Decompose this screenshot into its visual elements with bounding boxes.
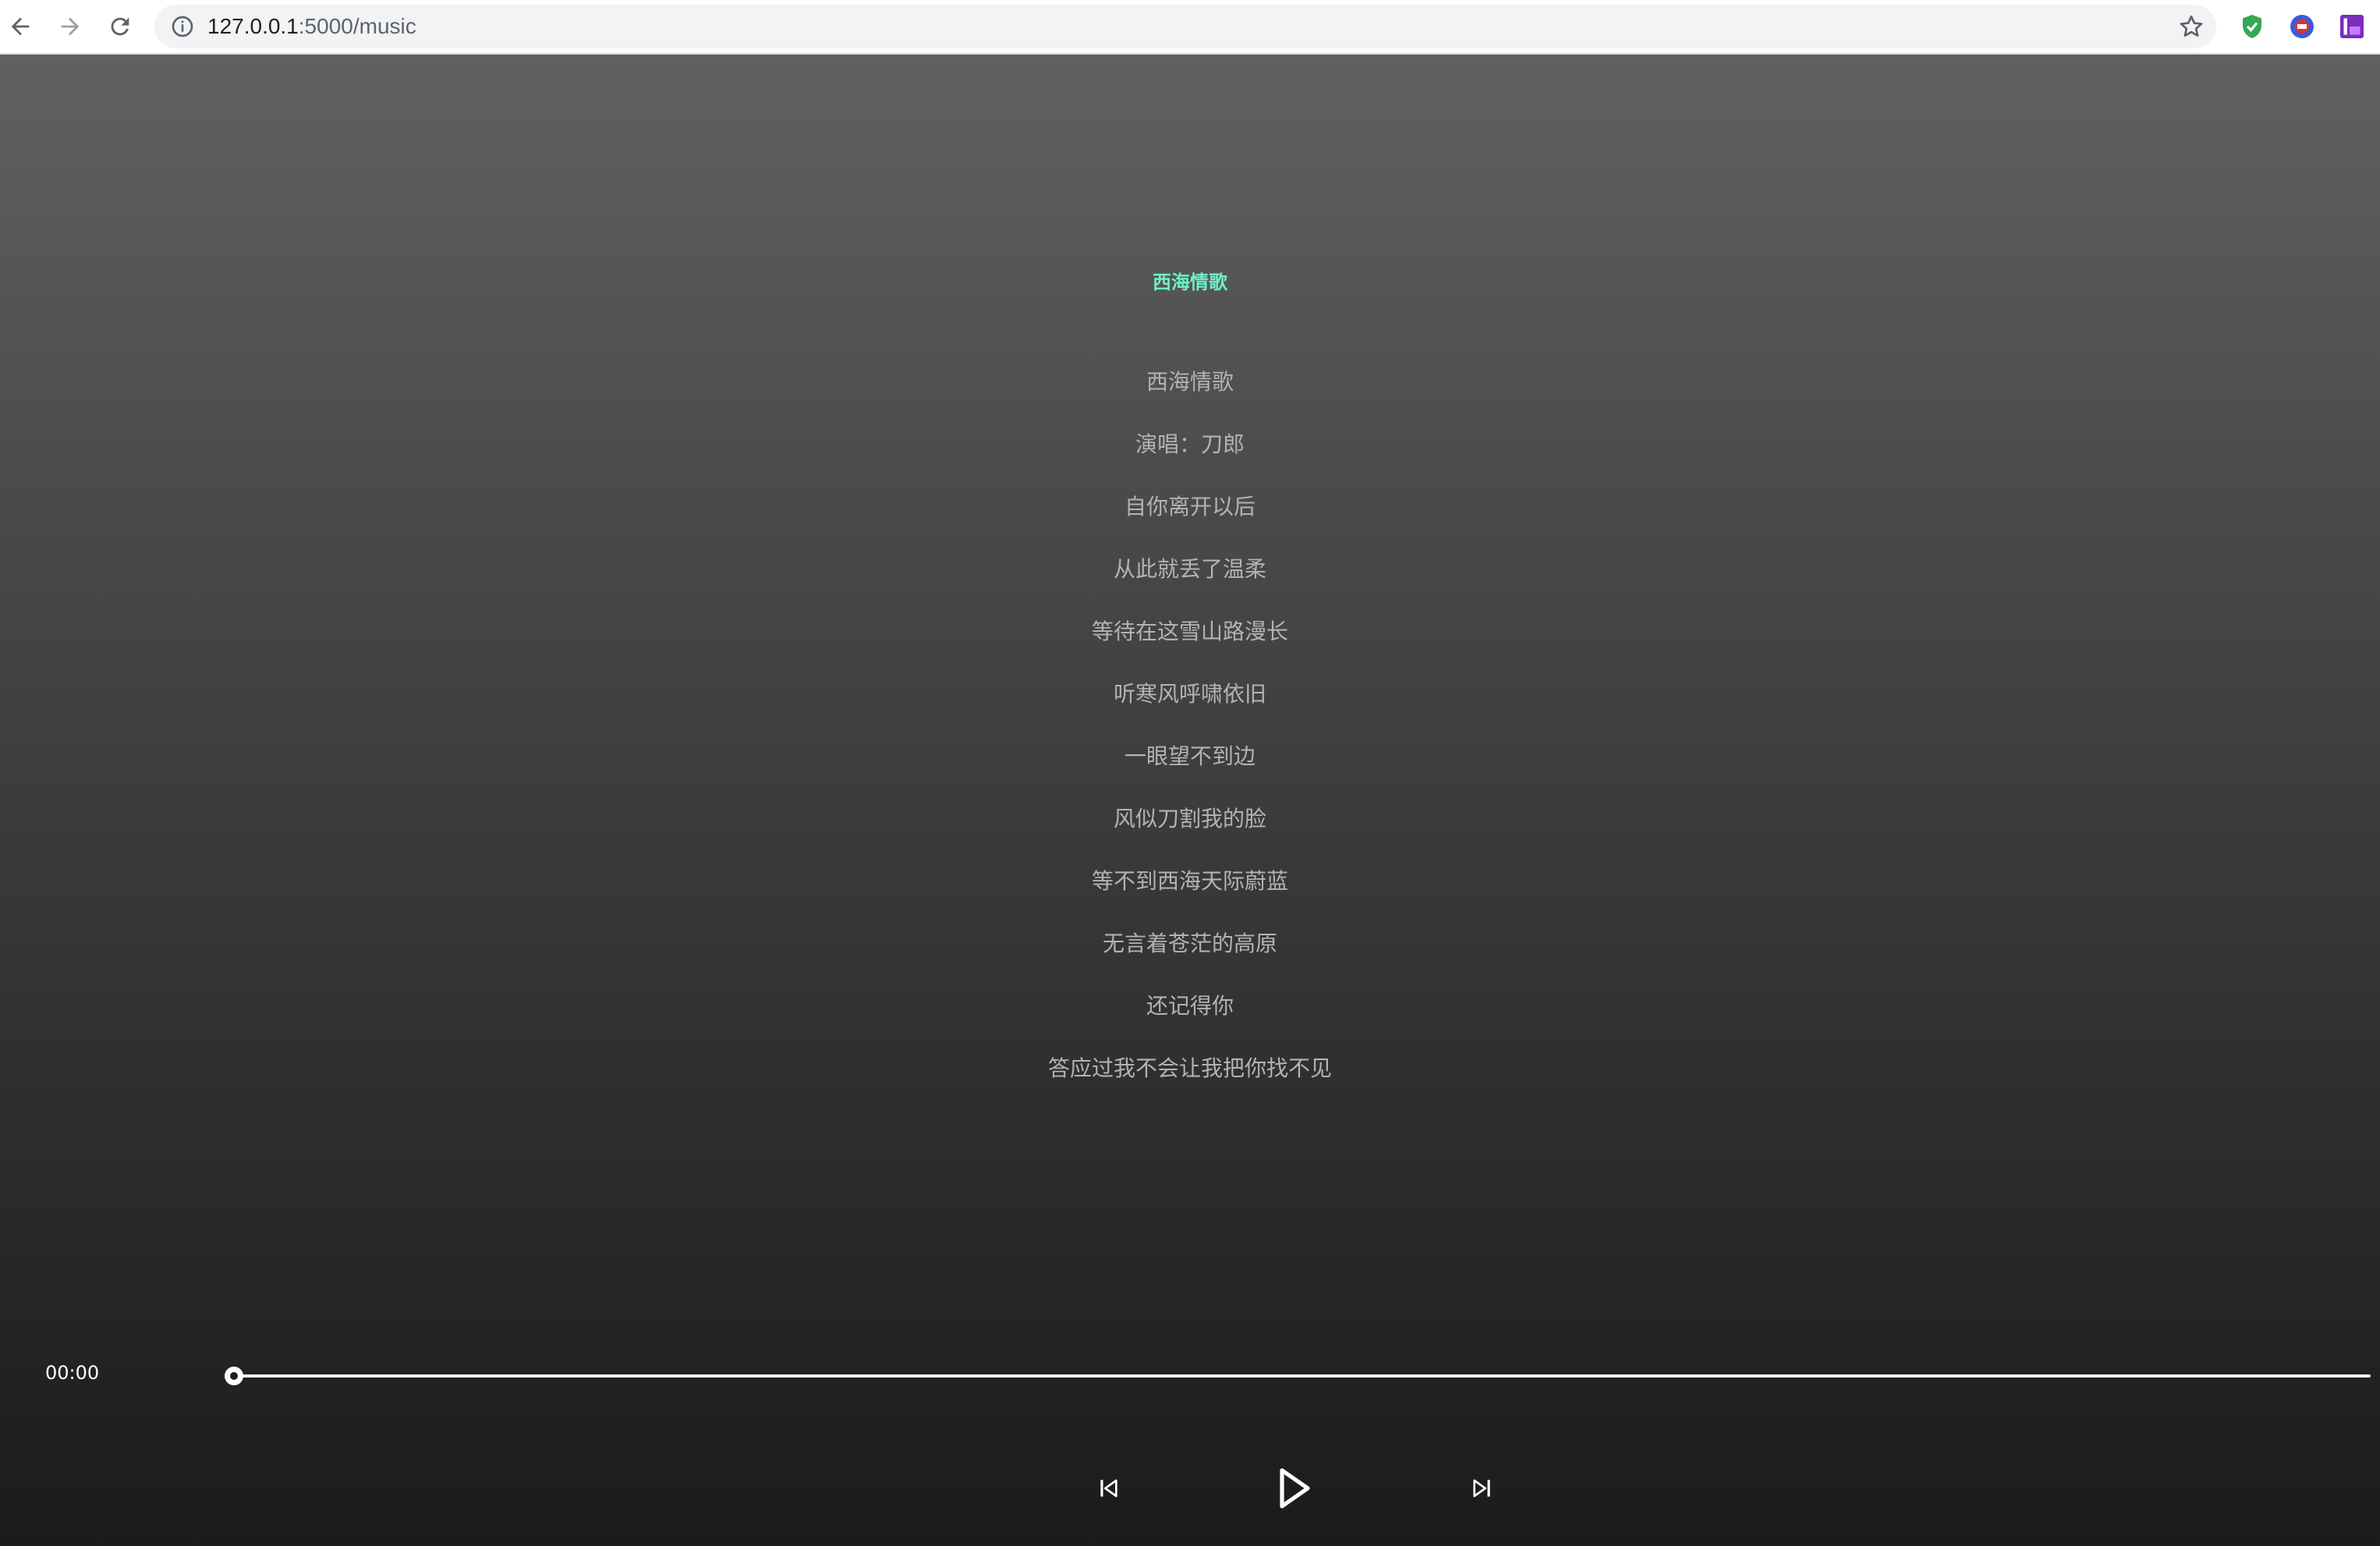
lyric-line: 风似刀割我的脸 xyxy=(1113,806,1266,832)
current-time: 00:00 xyxy=(45,1362,100,1384)
lyric-line: 从此就丢了温柔 xyxy=(1113,556,1266,582)
lyric-line: 答应过我不会让我把你找不见 xyxy=(1047,1055,1332,1081)
bookmark-star-icon[interactable] xyxy=(2177,12,2205,41)
url-host: 127.0.0.1 xyxy=(207,14,299,38)
music-player: 西海情歌 西海情歌演唱：刀郎自你离开以后 从此就丢了温柔 等待在这雪山路漫长 听寒风呼… xyxy=(0,55,2380,1546)
play-icon xyxy=(1280,1468,1310,1509)
skip-next-icon xyxy=(1473,1479,1490,1498)
previous-button[interactable] xyxy=(1092,1471,1126,1505)
translate-extension-icon[interactable] xyxy=(2288,12,2316,41)
play-button[interactable] xyxy=(1276,1463,1313,1513)
lyric-line: 西海情歌 xyxy=(1146,369,1234,395)
lyrics-list: 西海情歌演唱：刀郎自你离开以后 从此就丢了温柔 等待在这雪山路漫长 听寒风呼啸依旧 一眼… xyxy=(0,367,2380,1115)
lyric-line: 等待在这雪山路漫长 xyxy=(1091,619,1288,644)
reload-icon xyxy=(111,17,129,36)
arrow-left-icon xyxy=(11,17,30,36)
info-icon[interactable] xyxy=(170,14,195,39)
browser-toolbar: 127.0.0.1:5000/music xyxy=(0,0,2380,55)
song-title: 西海情歌 xyxy=(1153,271,1227,293)
address-bar[interactable]: 127.0.0.1:5000/music xyxy=(154,5,2216,48)
arrow-right-icon xyxy=(61,17,80,36)
back-button[interactable] xyxy=(2,8,39,45)
lyric-line: 还记得你 xyxy=(1146,993,1234,1019)
shield-extension-icon[interactable] xyxy=(2238,12,2266,41)
forward-button[interactable] xyxy=(51,8,89,45)
lyric-line: 听寒风呼啸依旧 xyxy=(1113,681,1266,707)
lyric-line: 无言着苍茫的高原 xyxy=(1102,931,1277,956)
url-path: :5000/music xyxy=(298,14,416,38)
skip-previous-icon xyxy=(1100,1479,1117,1498)
lyric-line: 一眼望不到边 xyxy=(1124,743,1256,769)
purple-extension-icon[interactable] xyxy=(2338,12,2366,41)
url-text: 127.0.0.1:5000/music xyxy=(207,5,416,48)
progress-thumb[interactable] xyxy=(225,1367,243,1385)
lyric-line: 自你离开以后 xyxy=(1124,494,1256,519)
lyric-line: 等不到西海天际蔚蓝 xyxy=(1091,868,1288,894)
lyric-line: 演唱：刀郎 xyxy=(1135,431,1245,457)
next-button[interactable] xyxy=(1464,1471,1499,1505)
progress-bar[interactable] xyxy=(225,1367,2371,1385)
reload-button[interactable] xyxy=(101,8,139,45)
